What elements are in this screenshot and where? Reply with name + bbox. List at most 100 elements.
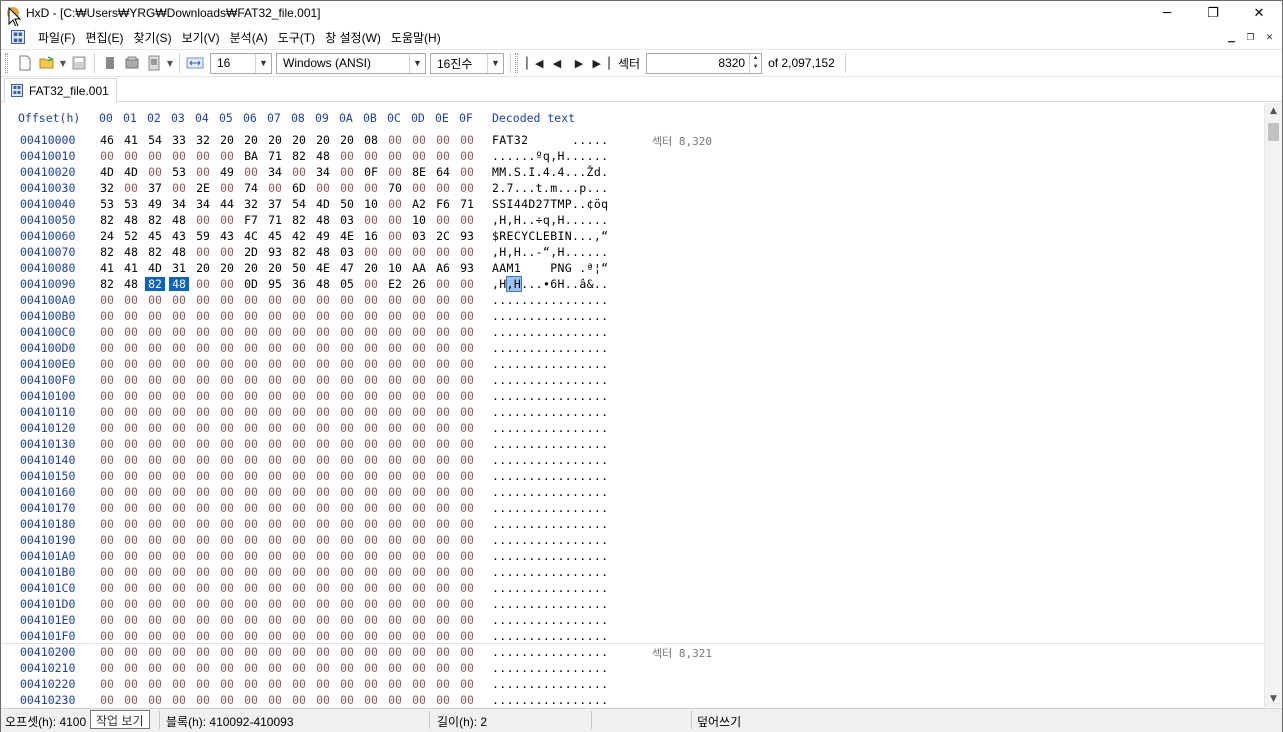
hex-byte[interactable]: 00: [169, 693, 189, 707]
chevron-down-icon[interactable]: ▼: [409, 53, 425, 73]
hex-byte[interactable]: 00: [145, 629, 165, 643]
hex-byte[interactable]: 00: [193, 581, 213, 595]
hex-byte[interactable]: 31: [169, 261, 189, 275]
hex-byte[interactable]: 00: [169, 181, 189, 195]
hex-byte[interactable]: 00: [457, 629, 477, 643]
hex-byte[interactable]: 00: [433, 309, 453, 323]
hex-byte[interactable]: 00: [145, 581, 165, 595]
hex-byte[interactable]: 00: [241, 597, 261, 611]
hex-byte[interactable]: 00: [169, 421, 189, 435]
hex-byte[interactable]: 00: [265, 549, 285, 563]
decoded-text[interactable]: ................: [492, 549, 608, 563]
hex-byte[interactable]: 00: [145, 453, 165, 467]
hex-byte[interactable]: 00: [337, 325, 357, 339]
hex-byte[interactable]: 53: [121, 197, 141, 211]
hex-byte[interactable]: 00: [145, 341, 165, 355]
hex-row[interactable]: 00410170 00 00 00 00 00 00 00 00 00 00 00 00 00 00 00 00…: [2, 501, 1264, 517]
hex-byte[interactable]: 00: [409, 149, 429, 163]
hex-byte[interactable]: 00: [409, 373, 429, 387]
hex-byte[interactable]: 00: [121, 661, 141, 675]
hex-byte[interactable]: 00: [409, 453, 429, 467]
hex-byte[interactable]: 00: [169, 341, 189, 355]
hex-byte[interactable]: 00: [265, 597, 285, 611]
hex-byte[interactable]: 00: [385, 149, 405, 163]
hex-byte[interactable]: 00: [97, 629, 117, 643]
hex-byte[interactable]: 00: [121, 389, 141, 403]
hex-byte[interactable]: 00: [337, 453, 357, 467]
hex-byte[interactable]: 48: [121, 277, 141, 291]
dropdown-arrow-icon[interactable]: ▼: [165, 52, 175, 74]
hex-byte[interactable]: 00: [313, 325, 333, 339]
hex-byte[interactable]: 82: [289, 245, 309, 259]
hex-byte[interactable]: 00: [337, 533, 357, 547]
hex-byte[interactable]: 00: [385, 389, 405, 403]
hex-byte[interactable]: 00: [193, 613, 213, 627]
hex-byte[interactable]: 00: [97, 293, 117, 307]
hex-byte[interactable]: 00: [217, 341, 237, 355]
hex-byte[interactable]: 10: [361, 197, 381, 211]
hex-byte[interactable]: 00: [97, 389, 117, 403]
hex-byte[interactable]: 00: [289, 405, 309, 419]
dropdown-arrow-icon[interactable]: ▼: [58, 52, 68, 74]
hex-byte[interactable]: 00: [265, 389, 285, 403]
hex-row[interactable]: 004101E0 00 00 00 00 00 00 00 00 00 00 00 00 00 00 00 00…: [2, 613, 1264, 629]
hex-byte[interactable]: 00: [433, 245, 453, 259]
hex-row[interactable]: 00410230 00 00 00 00 00 00 00 00 00 00 00 00 00 00 00 00…: [2, 693, 1264, 707]
hex-byte[interactable]: 00: [193, 469, 213, 483]
hex-byte[interactable]: AA: [409, 261, 429, 275]
hex-byte[interactable]: 00: [457, 581, 477, 595]
hex-byte[interactable]: 00: [97, 645, 117, 659]
hex-byte[interactable]: 00: [433, 565, 453, 579]
hex-byte[interactable]: 00: [361, 629, 381, 643]
hex-byte[interactable]: 26: [409, 277, 429, 291]
hex-byte[interactable]: 00: [433, 293, 453, 307]
hex-byte[interactable]: 00: [265, 581, 285, 595]
hex-byte[interactable]: 00: [409, 533, 429, 547]
hex-byte[interactable]: 00: [241, 533, 261, 547]
scroll-down-icon[interactable]: ▼: [1265, 691, 1282, 707]
hex-byte[interactable]: 00: [241, 341, 261, 355]
hex-byte[interactable]: 00: [169, 357, 189, 371]
hex-byte[interactable]: 48: [169, 245, 189, 259]
hex-byte[interactable]: 00: [121, 469, 141, 483]
prev-sector-icon[interactable]: ◀: [546, 52, 568, 74]
hex-byte[interactable]: 00: [121, 181, 141, 195]
hex-row[interactable]: 00410050 82 48 82 48 00 00 F7 71 82 48 03 00 00 10 00 00…: [2, 213, 1264, 229]
hex-byte[interactable]: 00: [409, 133, 429, 147]
hex-byte[interactable]: 00: [121, 357, 141, 371]
hex-row[interactable]: 004100E0 00 00 00 00 00 00 00 00 00 00 00 00 00 00 00 00…: [2, 357, 1264, 373]
hex-byte[interactable]: 00: [121, 613, 141, 627]
hex-byte[interactable]: 82: [289, 149, 309, 163]
hex-byte[interactable]: 48: [313, 245, 333, 259]
hex-byte[interactable]: 00: [145, 677, 165, 691]
decoded-text[interactable]: SSI44D27TMP..¢öq: [492, 197, 608, 211]
hex-row[interactable]: 00410160 00 00 00 00 00 00 00 00 00 00 00 00 00 00 00 00…: [2, 485, 1264, 501]
hex-byte[interactable]: 00: [385, 133, 405, 147]
document-icon[interactable]: ▪▪ ▪▪: [11, 30, 25, 44]
hex-byte[interactable]: 00: [385, 357, 405, 371]
hex-byte[interactable]: 00: [361, 485, 381, 499]
hex-byte[interactable]: 00: [289, 373, 309, 387]
hex-byte[interactable]: 00: [361, 437, 381, 451]
hex-byte[interactable]: 20: [241, 133, 261, 147]
hex-byte[interactable]: 00: [193, 293, 213, 307]
menu-edit[interactable]: 편집(E): [80, 29, 128, 46]
hex-byte[interactable]: 00: [97, 485, 117, 499]
hex-byte[interactable]: 00: [313, 469, 333, 483]
menu-tools[interactable]: 도구(T): [273, 29, 320, 46]
decoded-text[interactable]: ................: [492, 581, 608, 595]
hex-row[interactable]: 00410010 00 00 00 00 00 00 BA 71 82 48 00 00 00 00 00 00…: [2, 149, 1264, 165]
hex-byte[interactable]: 00: [433, 437, 453, 451]
hex-row[interactable]: 00410200 00 00 00 00 00 00 00 00 00 00 00 00 00 00 00 00…: [2, 645, 1264, 661]
hex-byte[interactable]: 00: [361, 565, 381, 579]
hex-byte[interactable]: 00: [193, 389, 213, 403]
hex-byte[interactable]: 00: [217, 213, 237, 227]
hex-byte[interactable]: 00: [145, 661, 165, 675]
hex-byte[interactable]: 00: [169, 293, 189, 307]
first-sector-icon[interactable]: ▏◀: [524, 52, 546, 74]
hex-byte[interactable]: 00: [217, 405, 237, 419]
hex-byte[interactable]: 03: [409, 229, 429, 243]
hex-byte[interactable]: 00: [241, 645, 261, 659]
hex-byte[interactable]: 00: [121, 517, 141, 531]
hex-byte[interactable]: 00: [409, 565, 429, 579]
